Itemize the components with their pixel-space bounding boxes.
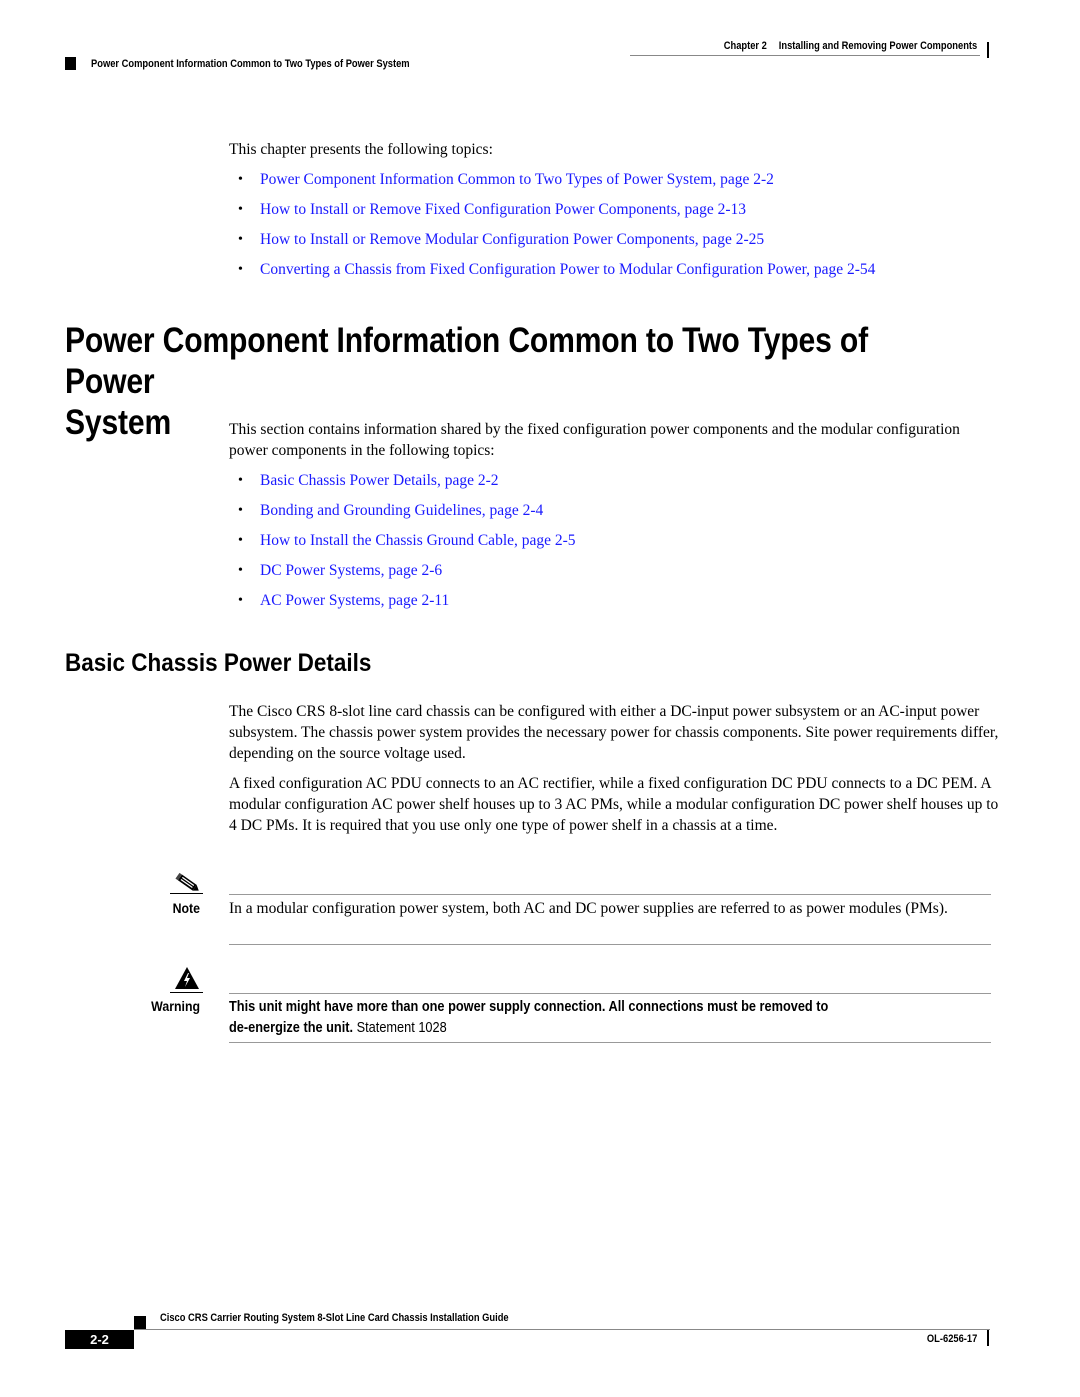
topic-link-dc-power[interactable]: DC Power Systems, page 2-6 xyxy=(260,562,442,579)
header-marker xyxy=(65,57,76,70)
list-item: How to Install or Remove Fixed Configura… xyxy=(229,199,875,229)
footer-edge-bar xyxy=(987,1330,989,1346)
note-bottom-rule xyxy=(229,944,991,945)
warning-icon-rule xyxy=(170,992,203,993)
paragraph: The Cisco CRS 8-slot line card chassis c… xyxy=(229,703,999,762)
warning-statement: Statement 1028 xyxy=(353,1020,447,1036)
running-header-section: Power Component Information Common to Tw… xyxy=(91,58,410,70)
list-item: Converting a Chassis from Fixed Configur… xyxy=(229,259,875,289)
page-number: 2-2 xyxy=(65,1330,134,1349)
topic-link-converting-chassis[interactable]: Converting a Chassis from Fixed Configur… xyxy=(260,261,875,278)
topic-link-ground-cable[interactable]: How to Install the Chassis Ground Cable,… xyxy=(260,532,576,549)
warning-label: Warning xyxy=(151,998,200,1014)
topic-link-modular-config[interactable]: How to Install or Remove Modular Configu… xyxy=(260,231,764,248)
note-label: Note xyxy=(172,900,200,916)
topic-link-power-component-info[interactable]: Power Component Information Common to Tw… xyxy=(260,171,774,188)
footer-guide-title: Cisco CRS Carrier Routing System 8-Slot … xyxy=(160,1312,509,1324)
section-topics-list: Basic Chassis Power Details, page 2-2 Bo… xyxy=(229,470,576,620)
footer-rule xyxy=(134,1329,990,1330)
topic-link-fixed-config[interactable]: How to Install or Remove Fixed Configura… xyxy=(260,201,746,218)
warning-bold-line2: de-energize the unit. xyxy=(229,1020,354,1036)
document-id: OL-6256-17 xyxy=(926,1333,977,1345)
list-item: Bonding and Grounding Guidelines, page 2… xyxy=(229,500,576,530)
warning-text: This unit might have more than one power… xyxy=(229,997,968,1039)
electrical-hazard-icon xyxy=(175,967,199,989)
section-intro-text: This section contains information shared… xyxy=(229,421,960,459)
list-item: DC Power Systems, page 2-6 xyxy=(229,560,576,590)
warning-bold-line1: This unit might have more than one power… xyxy=(229,999,829,1015)
section-heading-line1: Power Component Information Common to Tw… xyxy=(65,321,868,401)
footer-marker xyxy=(134,1316,146,1329)
warning-bottom-rule xyxy=(229,1042,991,1043)
chapter-title: Installing and Removing Power Components xyxy=(778,40,977,52)
note-text: In a modular configuration power system,… xyxy=(229,900,948,917)
list-item: How to Install the Chassis Ground Cable,… xyxy=(229,530,576,560)
warning-top-rule xyxy=(229,993,991,994)
intro-text: This chapter presents the following topi… xyxy=(229,141,493,158)
running-header-chapter: Chapter 2 Installing and Removing Power C… xyxy=(724,40,977,52)
subsection-heading: Basic Chassis Power Details xyxy=(65,649,372,677)
list-item: AC Power Systems, page 2-11 xyxy=(229,590,576,620)
list-item: Power Component Information Common to Tw… xyxy=(229,169,875,199)
chapter-label: Chapter 2 xyxy=(723,40,767,52)
topic-link-basic-chassis-power[interactable]: Basic Chassis Power Details, page 2-2 xyxy=(260,472,499,489)
paragraph: A fixed configuration AC PDU connects to… xyxy=(229,775,999,834)
header-edge-bar xyxy=(987,42,989,58)
header-rule xyxy=(630,55,980,56)
chapter-topics-list: Power Component Information Common to Tw… xyxy=(229,169,875,289)
list-item: How to Install or Remove Modular Configu… xyxy=(229,229,875,259)
topic-link-ac-power[interactable]: AC Power Systems, page 2-11 xyxy=(260,592,449,609)
note-top-rule xyxy=(229,894,991,895)
list-item: Basic Chassis Power Details, page 2-2 xyxy=(229,470,576,500)
note-icon-rule xyxy=(170,893,203,894)
topic-link-bonding-grounding[interactable]: Bonding and Grounding Guidelines, page 2… xyxy=(260,502,543,519)
